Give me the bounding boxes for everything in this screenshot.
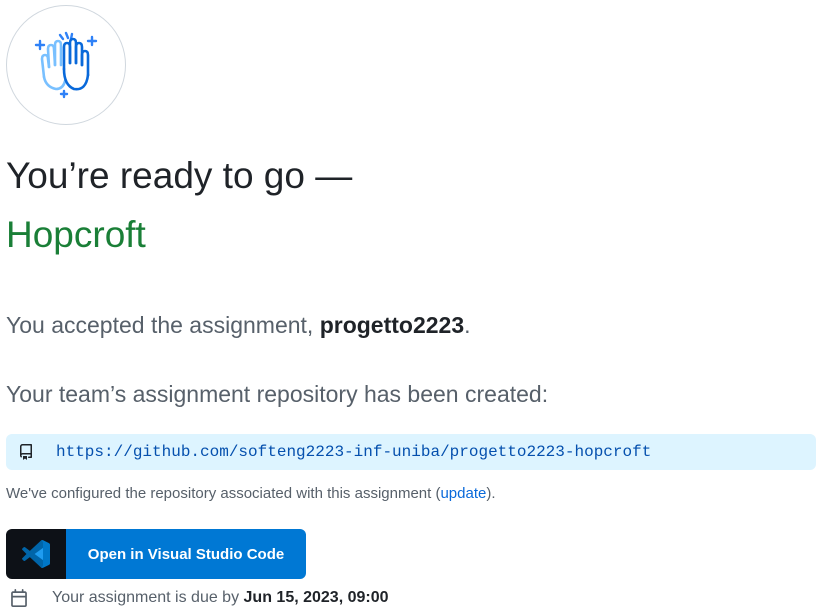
team-name: Hopcroft bbox=[6, 214, 146, 255]
high-five-icon bbox=[34, 31, 98, 99]
calendar-icon bbox=[10, 589, 28, 607]
assignment-accepted-page: You’re ready to go — Hopcroft You accept… bbox=[0, 0, 822, 616]
vscode-button-label: Open in Visual Studio Code bbox=[66, 529, 306, 579]
accepted-message: You accepted the assignment, progetto222… bbox=[6, 310, 471, 340]
vscode-icon bbox=[22, 540, 50, 568]
vscode-logo-box bbox=[6, 529, 66, 579]
configured-prefix: We've configured the repository associat… bbox=[6, 485, 441, 502]
high-five-icon-container bbox=[6, 5, 126, 125]
due-prefix: Your assignment is due by bbox=[52, 589, 240, 606]
configured-suffix: ). bbox=[486, 485, 496, 502]
update-link[interactable]: update bbox=[440, 485, 486, 502]
page-title: You’re ready to go — bbox=[6, 155, 353, 196]
due-date: Jun 15, 2023, 09:00 bbox=[243, 589, 389, 606]
accepted-suffix: . bbox=[464, 312, 471, 338]
accepted-prefix: You accepted the assignment, bbox=[6, 312, 320, 338]
repository-url-link[interactable]: https://github.com/softeng2223-inf-uniba… bbox=[56, 443, 651, 461]
open-in-vscode-button[interactable]: Open in Visual Studio Code bbox=[6, 529, 306, 579]
repo-created-message: Your team’s assignment repository has be… bbox=[6, 381, 549, 407]
repo-icon bbox=[18, 444, 34, 460]
assignment-name: progetto2223 bbox=[319, 312, 465, 338]
due-date-row: Your assignment is due by Jun 15, 2023, … bbox=[10, 589, 389, 607]
configured-message: We've configured the repository associat… bbox=[6, 484, 496, 504]
repository-url-box: https://github.com/softeng2223-inf-uniba… bbox=[6, 434, 816, 470]
